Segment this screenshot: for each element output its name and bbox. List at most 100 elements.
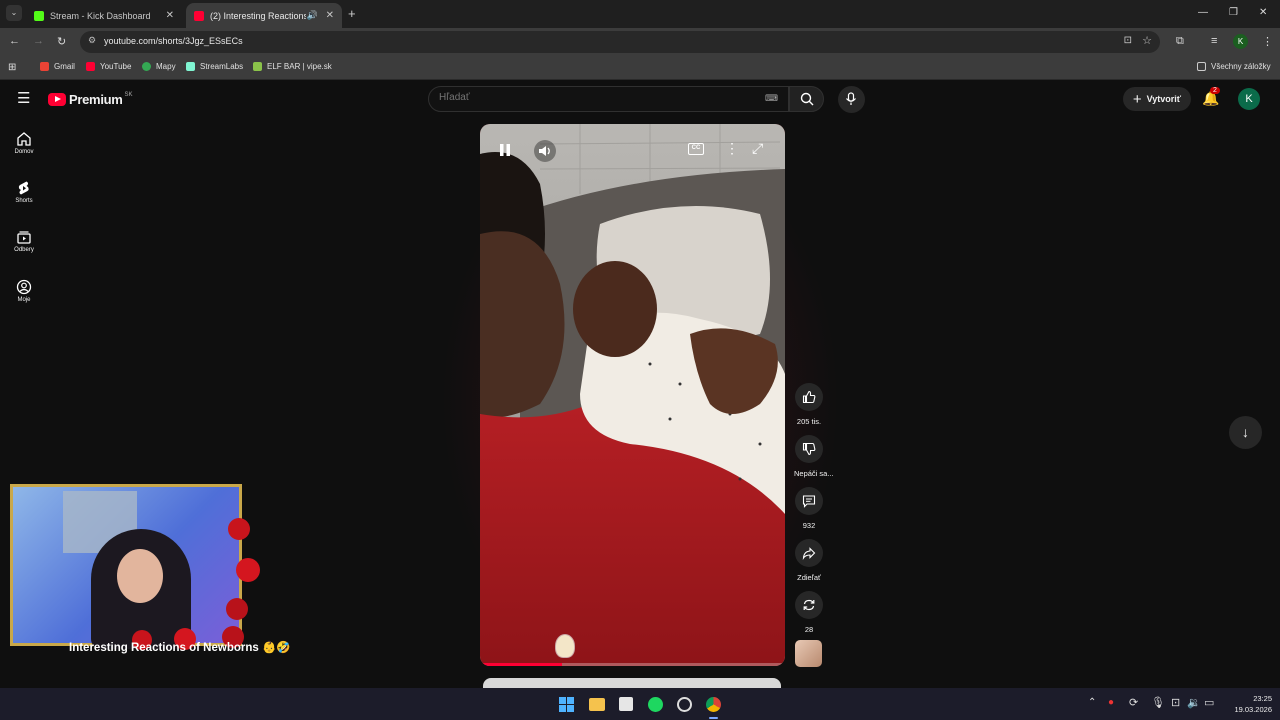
tray-sync-icon[interactable]: ⟳ [1129,696,1138,709]
bookmarks-bar: ⊞ Gmail YouTube Mapy StreamLabs ELF BAR … [0,56,1280,80]
dislike-action[interactable]: Nepáči sa... [794,435,834,478]
reload-icon[interactable]: ↻ [57,35,66,48]
notifications-button[interactable]: 🔔 2 [1202,87,1220,108]
store-icon[interactable] [619,697,633,711]
tray-volume-icon[interactable]: 🔉 [1187,696,1201,709]
keyboard-icon[interactable]: ⌨ [765,93,778,104]
rose-decoration [222,498,262,628]
progress-track[interactable] [480,663,785,666]
tab-audio-icon[interactable]: 🔊 [307,10,318,21]
nav-label: Shorts [15,198,33,204]
voice-search-button[interactable] [838,86,865,113]
hamburger-menu-icon[interactable]: ☰ [17,89,30,107]
tray-chevron-icon[interactable]: ⌃ [1088,697,1096,708]
media-control-icon[interactable]: ≡ [1211,35,1217,47]
browser-toolbar: ← → ↻ ⚙ youtube.com/shorts/3Jgz_ESsECs ⊡… [0,28,1280,56]
microphone-icon [846,92,856,105]
remix-action[interactable]: 28 [794,591,824,634]
file-explorer-icon[interactable] [589,698,605,711]
search-button[interactable] [789,86,824,112]
share-action[interactable]: Zdieľať [794,539,824,582]
create-button[interactable]: + Vytvoriť [1123,87,1191,111]
fullscreen-icon[interactable]: ⤢ [752,140,763,157]
chrome-icon[interactable] [706,697,721,712]
clock[interactable]: 23:25 19.03.2026 [1226,693,1272,715]
bookmark-mapy[interactable]: Mapy [142,62,176,71]
next-short-button[interactable]: ↓ [1229,416,1262,449]
more-options-icon[interactable]: ⋮ [725,140,739,157]
new-tab-button[interactable]: + [348,6,356,21]
share-button[interactable] [795,539,823,567]
youtube-logo[interactable]: Premium SK [48,92,133,107]
comment-count: 932 [802,521,816,530]
nav-you[interactable]: Moje [0,279,48,303]
audio-source-thumbnail[interactable] [795,640,822,667]
region-code: SK [124,91,133,98]
tray-app-icon[interactable]: ● [1108,697,1114,708]
apps-grid-icon[interactable]: ⊞ [8,62,16,73]
back-icon[interactable]: ← [9,35,20,47]
bookmark-gmail[interactable]: Gmail [40,62,75,71]
comments-button[interactable] [795,487,823,515]
comments-action[interactable]: 932 [794,487,824,530]
arrow-down-icon: ↓ [1242,424,1249,440]
search-input[interactable] [439,92,759,103]
close-tab-icon[interactable]: ✕ [326,10,334,21]
clock-time: 23:25 [1253,694,1272,703]
captions-icon: CC [691,145,701,151]
nav-home[interactable]: Domov [0,131,48,155]
minimize-icon[interactable]: — [1198,7,1208,18]
like-action[interactable]: 205 tis. [794,383,824,426]
restore-icon[interactable]: ❐ [1229,7,1238,18]
bookmark-label: ELF BAR | vipe.sk [267,62,332,71]
notification-badge: 2 [1210,87,1220,94]
nav-subscriptions[interactable]: Odbery [0,229,48,253]
shorts-video-player[interactable]: CC ⋮ ⤢ [480,124,785,666]
tab-kick-dashboard[interactable]: Stream - Kick Dashboard ✕ [26,3,182,28]
dislike-button[interactable] [795,435,823,463]
site-info-icon[interactable]: ⚙ [88,35,96,46]
nav-label: Odbery [14,247,34,253]
app-settings-icon[interactable] [677,697,692,712]
windows-taskbar: ⌃ ● ⟳ 🎙 ⊡ 🔉 ▭ 23:25 19.03.2026 [0,688,1280,720]
bookmark-streamlabs[interactable]: StreamLabs [186,62,243,71]
url-text: youtube.com/shorts/3Jgz_ESsECs [104,36,243,46]
short-title[interactable]: Interesting Reactions of Newborns 👶🤣 [69,640,291,654]
remix-button[interactable] [795,591,823,619]
browser-tab-strip: ⌄ Stream - Kick Dashboard ✕ (2) Interest… [0,0,1280,28]
window-close-icon[interactable]: ✕ [1259,7,1267,18]
pause-icon [500,144,510,156]
tray-network-icon[interactable]: ⊡ [1171,696,1180,709]
play-pause-button[interactable] [498,142,514,158]
account-avatar[interactable]: K [1238,88,1260,110]
tab-youtube-short[interactable]: (2) Interesting Reactions of 🔊 ✕ [186,3,342,28]
spotify-icon[interactable] [648,697,663,712]
sticker-character-icon [555,634,575,658]
search-box[interactable]: ⌨ [428,86,789,112]
captions-button[interactable]: CC [688,143,704,155]
nav-shorts[interactable]: Shorts [0,180,48,204]
webcam-feed [10,484,242,649]
bookmark-youtube[interactable]: YouTube [86,62,131,71]
address-bar[interactable]: ⚙ youtube.com/shorts/3Jgz_ESsECs ⊡ ☆ [80,31,1160,53]
browser-menu-icon[interactable]: ⋮ [1262,35,1273,48]
tray-battery-icon[interactable]: ▭ [1204,696,1214,709]
extensions-icon[interactable]: ⧉ [1176,35,1184,48]
bookmark-elfbar[interactable]: ELF BAR | vipe.sk [253,62,332,71]
volume-button[interactable] [534,140,556,162]
profile-avatar[interactable]: K [1233,34,1248,49]
leaf-icon [253,62,262,71]
tray-mic-icon[interactable]: 🎙 [1151,696,1165,709]
all-bookmarks[interactable]: Všechny záložky [1197,62,1271,71]
active-app-indicator [709,717,718,719]
like-button[interactable] [795,383,823,411]
tab-search-button[interactable]: ⌄ [6,5,22,21]
bookmark-star-icon[interactable]: ☆ [1142,34,1152,47]
windows-start-icon[interactable] [559,697,574,712]
video-frame [480,124,785,666]
map-pin-icon [142,62,151,71]
youtube-icon [86,62,95,71]
forward-icon[interactable]: → [33,35,44,47]
close-tab-icon[interactable]: ✕ [166,10,174,21]
install-app-icon[interactable]: ⊡ [1124,35,1132,46]
